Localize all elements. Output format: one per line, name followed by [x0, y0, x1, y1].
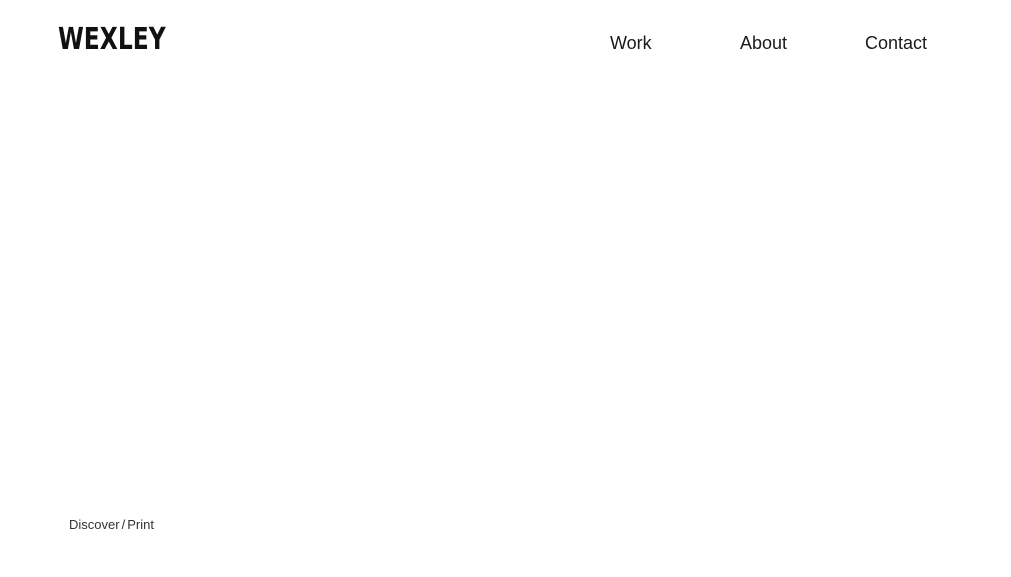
site-logo[interactable]: WEXLEY — [58, 22, 166, 58]
nav-link-contact[interactable]: Contact — [865, 32, 927, 54]
nav-link-work[interactable]: Work — [610, 32, 652, 54]
nav-link-about[interactable]: About — [740, 32, 787, 54]
breadcrumb: Discover / Print — [69, 517, 154, 533]
breadcrumb-separator: / — [121, 517, 126, 532]
breadcrumb-link-discover[interactable]: Discover — [69, 517, 120, 532]
breadcrumb-link-print[interactable]: Print — [127, 517, 154, 532]
